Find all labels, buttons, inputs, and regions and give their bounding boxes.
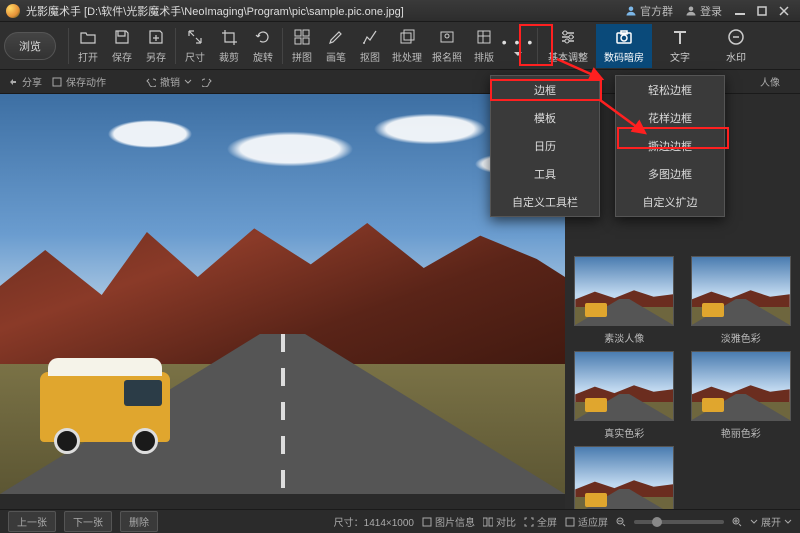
collage-icon xyxy=(292,27,312,47)
open-button[interactable]: 打开 xyxy=(71,24,105,68)
zoom-out-button[interactable] xyxy=(616,517,626,527)
save-as-button[interactable]: 另存 xyxy=(139,24,173,68)
dropdown-item[interactable]: 多图边框 xyxy=(616,160,724,188)
more-dropdown: 边框模板日历工具自定义工具栏 xyxy=(490,75,600,217)
camera-icon xyxy=(614,27,634,47)
adjust-icon xyxy=(558,27,578,47)
more-button[interactable]: • • • xyxy=(501,24,535,68)
crop-icon xyxy=(219,27,239,47)
dropdown-item[interactable]: 自定义工具栏 xyxy=(491,188,599,216)
toolbar-separator xyxy=(537,28,538,64)
share-button[interactable]: 分享 xyxy=(8,74,42,89)
tab-watermark[interactable]: 水印 xyxy=(708,24,764,68)
cutout-button[interactable]: 抠图 xyxy=(353,24,387,68)
size-button[interactable]: 尺寸 xyxy=(178,24,212,68)
expand-button[interactable]: 展开 xyxy=(750,514,792,529)
batch-button[interactable]: 批处理 xyxy=(387,24,427,68)
rotate-button[interactable]: 旋转 xyxy=(246,24,280,68)
toolbar-separator xyxy=(175,28,176,64)
dropdown-item[interactable]: 模板 xyxy=(491,104,599,132)
crop-button[interactable]: 裁剪 xyxy=(212,24,246,68)
open-icon xyxy=(78,27,98,47)
chevron-down-icon xyxy=(184,78,192,86)
chevron-down-icon xyxy=(784,518,792,526)
image-canvas[interactable] xyxy=(0,94,565,494)
app-icon xyxy=(6,4,20,18)
border-dropdown: 轻松边框花样边框撕边边框多图边框自定义扩边 xyxy=(615,75,725,217)
dropdown-item[interactable]: 边框 xyxy=(491,76,599,104)
chevron-down-icon xyxy=(750,518,758,526)
category-label[interactable]: 人像 xyxy=(760,74,780,89)
id-photo-button[interactable]: 报名照 xyxy=(427,24,467,68)
save-action-button[interactable]: 保存动作 xyxy=(52,74,106,89)
dimensions-label: 尺寸：1414×1000 xyxy=(334,514,414,529)
minimize-button[interactable] xyxy=(730,3,750,19)
batch-icon xyxy=(397,27,417,47)
next-image-button[interactable]: 下一张 xyxy=(64,511,112,532)
undo-button[interactable]: 撤销 xyxy=(146,74,192,89)
text-icon xyxy=(670,27,690,47)
brush-button[interactable]: 画笔 xyxy=(319,24,353,68)
save-as-icon xyxy=(146,27,166,47)
maximize-button[interactable] xyxy=(752,3,772,19)
watermark-icon xyxy=(726,27,746,47)
fit-screen-button[interactable]: 适应屏 xyxy=(565,514,608,529)
effect-thumb[interactable]: 素淡人像 xyxy=(569,256,680,345)
user-icon xyxy=(685,5,697,17)
dropdown-item[interactable]: 花样边框 xyxy=(616,104,724,132)
tab-basic-adjust[interactable]: 基本调整 xyxy=(540,24,596,68)
main-toolbar: 浏览 打开 保存 另存 尺寸 裁剪 旋转 拼图 画笔 抠图 批处理 xyxy=(0,22,800,70)
id-photo-icon xyxy=(437,27,457,47)
effect-thumb[interactable]: 浓郁色彩 xyxy=(569,446,680,509)
layout-icon xyxy=(474,27,494,47)
toolbar-separator xyxy=(68,28,69,64)
zoom-slider[interactable] xyxy=(634,520,724,524)
rotate-icon xyxy=(253,27,273,47)
dropdown-item[interactable]: 轻松边框 xyxy=(616,76,724,104)
status-bar: 上一张 下一张 删除 尺寸：1414×1000 图片信息 对比 全屏 适应屏 展… xyxy=(0,509,800,533)
delete-button[interactable]: 删除 xyxy=(120,511,158,532)
close-button[interactable] xyxy=(774,3,794,19)
canvas-area xyxy=(0,94,565,509)
brush-icon xyxy=(326,27,346,47)
dropdown-item[interactable]: 撕边边框 xyxy=(616,132,724,160)
subject-van xyxy=(40,359,170,454)
image-info-button[interactable]: 图片信息 xyxy=(422,514,475,529)
official-group-link[interactable]: 官方群 xyxy=(625,3,673,19)
save-button[interactable]: 保存 xyxy=(105,24,139,68)
fullscreen-button[interactable]: 全屏 xyxy=(524,514,557,529)
zoom-in-button[interactable] xyxy=(732,517,742,527)
collage-button[interactable]: 拼图 xyxy=(285,24,319,68)
group-icon xyxy=(625,5,637,17)
dropdown-item[interactable]: 工具 xyxy=(491,160,599,188)
save-icon xyxy=(112,27,132,47)
cutout-icon xyxy=(360,27,380,47)
effect-thumb[interactable]: 淡雅色彩 xyxy=(686,256,797,345)
dropdown-triangle-icon xyxy=(514,52,522,56)
title-bar: 光影魔术手 [D:\软件\光影魔术手\NeoImaging\Program\pi… xyxy=(0,0,800,22)
tab-text[interactable]: 文字 xyxy=(652,24,708,68)
more-dots-icon: • • • xyxy=(502,35,534,49)
size-icon xyxy=(185,27,205,47)
effect-thumb[interactable]: 真实色彩 xyxy=(569,351,680,440)
effect-thumb[interactable]: 艳丽色彩 xyxy=(686,351,797,440)
dropdown-item[interactable]: 日历 xyxy=(491,132,599,160)
redo-button[interactable] xyxy=(202,77,212,87)
toolbar-separator xyxy=(282,28,283,64)
tab-darkroom[interactable]: 数码暗房 xyxy=(596,24,652,68)
login-link[interactable]: 登录 xyxy=(685,3,722,19)
compare-button[interactable]: 对比 xyxy=(483,514,516,529)
dropdown-item[interactable]: 自定义扩边 xyxy=(616,188,724,216)
browse-button[interactable]: 浏览 xyxy=(4,32,56,60)
prev-image-button[interactable]: 上一张 xyxy=(8,511,56,532)
layout-button[interactable]: 排版 xyxy=(467,24,501,68)
window-title: 光影魔术手 [D:\软件\光影魔术手\NeoImaging\Program\pi… xyxy=(26,3,404,19)
